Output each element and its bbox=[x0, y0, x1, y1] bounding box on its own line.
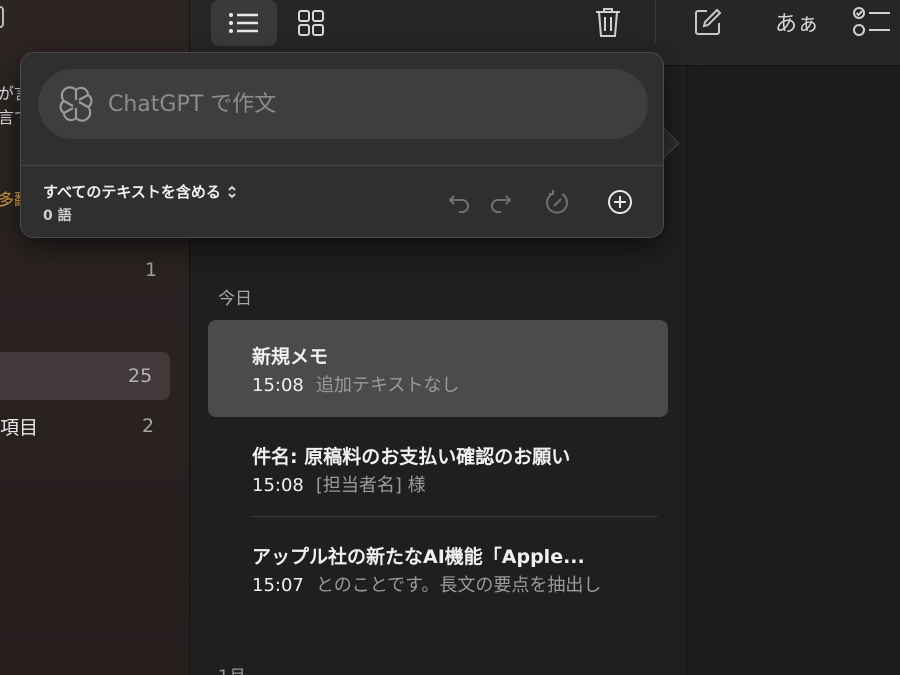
section-label-january: 1月 bbox=[218, 662, 246, 675]
note-preview: とのことです。長文の要点を抽出し bbox=[315, 575, 602, 596]
note-time: 15:07 bbox=[252, 575, 304, 596]
note-item-selected[interactable]: 新規メモ 15:08 追加テキストなし bbox=[208, 320, 668, 417]
note-editor[interactable] bbox=[686, 66, 900, 675]
gallery-view-button[interactable] bbox=[288, 0, 334, 46]
scope-select-label: すべてのテキストを含める bbox=[43, 183, 221, 201]
compose-field[interactable] bbox=[38, 69, 648, 139]
note-title: アップル社の新たなAI機能「Apple... bbox=[252, 546, 585, 568]
scope-select[interactable]: すべてのテキストを含める bbox=[43, 181, 238, 202]
trash-icon bbox=[596, 8, 620, 37]
refresh-button[interactable] bbox=[544, 189, 570, 215]
list-view-button[interactable] bbox=[211, 0, 277, 46]
editor-toolbar: あぁ bbox=[656, 0, 900, 66]
redo-icon bbox=[491, 195, 512, 213]
folder-count: 25 bbox=[128, 365, 153, 387]
note-separator bbox=[252, 516, 658, 517]
note-item[interactable]: 件名: 原稿料のお支払い確認のお願い 15:08 [担当者名] 様 bbox=[208, 420, 668, 517]
note-item[interactable]: アップル社の新たなAI機能「Apple... 15:07 とのことです。長文の要点… bbox=[208, 520, 668, 617]
new-note-button[interactable] bbox=[688, 2, 728, 42]
note-time: 15:08 bbox=[252, 375, 304, 396]
grid-icon bbox=[298, 10, 324, 36]
undo-button[interactable] bbox=[446, 189, 472, 215]
popover-divider bbox=[21, 165, 663, 166]
chatgpt-compose-popover: すべてのテキストを含める 0 語 bbox=[20, 52, 664, 238]
section-label-today: 今日 bbox=[218, 289, 252, 309]
note-title: 新規メモ bbox=[252, 346, 329, 368]
note-meta: 15:08 [担当者名] 様 bbox=[252, 471, 426, 497]
note-preview: 追加テキストなし bbox=[315, 375, 460, 396]
note-title: 件名: 原稿料のお支払い確認のお願い bbox=[252, 446, 571, 468]
sidebar-item-selected[interactable]: 25 bbox=[0, 352, 170, 400]
chevron-updown-icon bbox=[228, 185, 236, 198]
folder-count: 2 bbox=[142, 415, 155, 437]
checklist-button[interactable] bbox=[852, 2, 892, 42]
add-icon bbox=[608, 190, 632, 214]
compose-input[interactable] bbox=[108, 91, 588, 117]
word-count: 0 語 bbox=[43, 208, 72, 224]
note-meta: 15:08 追加テキストなし bbox=[252, 371, 459, 397]
sidebar-item-label[interactable]: 項目 bbox=[0, 413, 38, 440]
add-button[interactable] bbox=[607, 189, 633, 215]
compose-icon bbox=[695, 8, 722, 35]
note-time: 15:08 bbox=[252, 475, 304, 496]
note-preview: [担当者名] 様 bbox=[315, 475, 426, 496]
note-meta: 15:07 とのことです。長文の要点を抽出し bbox=[252, 571, 601, 597]
delete-button[interactable] bbox=[586, 0, 630, 44]
folder-count: 1 bbox=[145, 259, 158, 281]
chatgpt-logo-icon bbox=[59, 86, 93, 122]
list-icon bbox=[229, 13, 258, 33]
refresh-icon bbox=[546, 190, 568, 214]
undo-icon bbox=[448, 195, 469, 213]
format-button[interactable]: あぁ bbox=[768, 2, 826, 42]
sidebar-toggle-icon[interactable] bbox=[0, 6, 4, 28]
redo-button[interactable] bbox=[488, 189, 514, 215]
checklist-icon bbox=[853, 7, 890, 36]
